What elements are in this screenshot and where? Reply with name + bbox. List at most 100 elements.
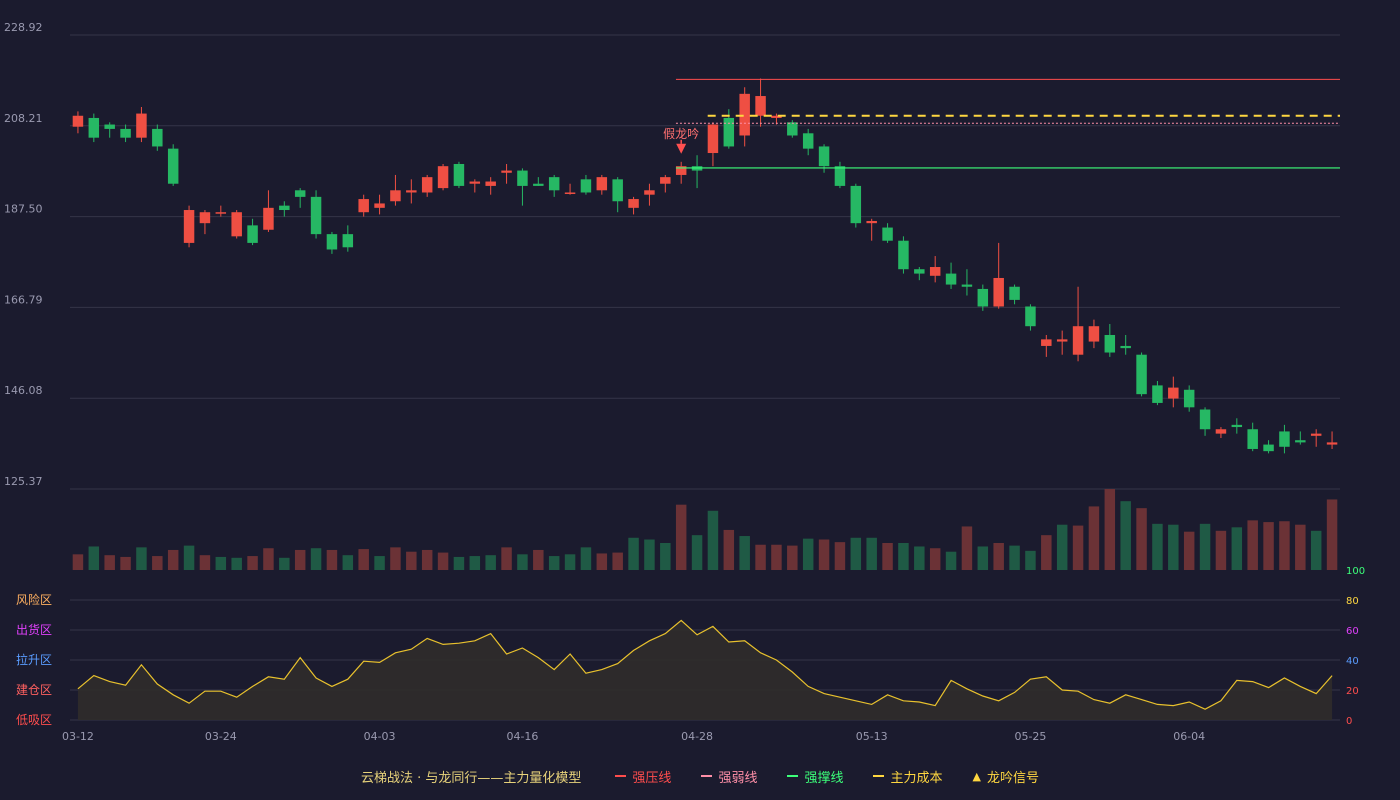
volume-bar [1295, 524, 1306, 570]
candle-body [1215, 429, 1227, 434]
candle-body [1310, 433, 1322, 436]
candle-body [548, 177, 560, 191]
y-tick-label: 146.08 [4, 384, 43, 397]
candle-body [802, 133, 814, 149]
volume-bar [1310, 530, 1322, 570]
oscillator-tick-label: 100 [1346, 566, 1365, 577]
x-tick-label: 06-04 [1173, 730, 1205, 743]
y-tick-label: 187.50 [4, 203, 43, 216]
candle-body [596, 177, 608, 191]
legend-title: 云梯战法 · 与龙同行——主力量化模型 [361, 770, 582, 786]
legend: 云梯战法 · 与龙同行——主力量化模型 强压线 强弱线 强撑线 主力成本 ▲ 龙… [0, 764, 1400, 788]
volume-bar [644, 539, 655, 570]
volume-bar [675, 504, 687, 570]
volume-bar [596, 553, 608, 570]
candle-body [485, 181, 496, 186]
zone-label: 低吸区 [16, 713, 52, 727]
volume-bar [374, 556, 385, 570]
candle-body [707, 124, 719, 154]
volume-bar [279, 557, 290, 570]
candle-body [183, 210, 195, 243]
candle-body [1279, 431, 1290, 447]
volume-bar [1009, 545, 1020, 570]
x-tick-label: 05-13 [856, 730, 888, 743]
signal-label: 假龙吟 [663, 126, 699, 141]
volume-bar [136, 547, 147, 570]
legend-dash-icon [701, 775, 713, 777]
oscillator-tick-label: 0 [1346, 716, 1352, 727]
legend-label: 强撑线 [804, 770, 844, 786]
legend-line-icon [787, 775, 799, 777]
volume-bar [390, 547, 401, 570]
y-tick-label: 208.21 [4, 112, 43, 125]
candle-body [1231, 424, 1243, 428]
volume-bar [1152, 523, 1163, 570]
x-tick-label: 05-25 [1014, 730, 1046, 743]
volume-bar [215, 556, 227, 570]
legend-item-signal[interactable]: ▲ 龙吟信号 [972, 767, 1038, 786]
candle-body [866, 220, 877, 224]
volume-bar [294, 549, 306, 570]
candle-body [929, 267, 941, 276]
volume-bar [628, 537, 639, 570]
volume-bar [1088, 506, 1100, 570]
candle-body [612, 179, 623, 202]
legend-item-main-cost[interactable]: 主力成本 [873, 767, 942, 786]
legend-item-strong-pressure[interactable]: 强压线 [615, 767, 671, 786]
legend-label: 主力成本 [890, 770, 943, 786]
candle-body [342, 234, 354, 248]
candle-body [167, 148, 179, 184]
volume-bar [120, 556, 131, 570]
candle-body [199, 212, 211, 224]
volume-bar [406, 551, 417, 570]
volume-bar [342, 555, 354, 570]
volume-bar [517, 554, 528, 570]
candle-body [1025, 306, 1036, 327]
candle-body [818, 146, 830, 167]
volume-bar [1120, 501, 1131, 570]
volume-bar [660, 543, 671, 570]
candle-body [294, 190, 306, 197]
volume-bar [437, 552, 449, 570]
zone-label: 拉升区 [16, 652, 52, 667]
legend-item-support[interactable]: 强撑线 [787, 767, 843, 786]
volume-bar [929, 548, 941, 570]
candle-body [247, 225, 258, 243]
candle-body [898, 240, 909, 270]
oscillator-tick-label: 40 [1346, 656, 1359, 667]
volume-bar [1041, 535, 1052, 570]
zone-label: 建仓区 [16, 683, 52, 697]
volume-bar [533, 549, 544, 570]
candle-body [453, 163, 465, 186]
y-tick-label: 228.92 [4, 21, 43, 34]
volume-bar [183, 545, 195, 570]
zone-label: 出货区 [16, 622, 52, 637]
volume-bar [882, 543, 893, 570]
candle-body [1263, 444, 1274, 452]
volume-bar [580, 547, 592, 570]
volume-bar [548, 556, 560, 570]
oscillator-tick-label: 60 [1346, 626, 1359, 637]
candle-body [914, 269, 925, 274]
candle-body [564, 192, 576, 194]
volume-bar [501, 547, 512, 570]
volume-bar [818, 539, 830, 570]
volume-bar [802, 538, 814, 570]
volume-bar [326, 549, 338, 570]
volume-bar [1326, 499, 1338, 570]
candle-body [326, 234, 338, 250]
legend-item-strong-weak[interactable]: 强弱线 [701, 767, 757, 786]
legend-line-icon [615, 775, 627, 777]
volume-bar [723, 529, 735, 570]
candle-body [580, 179, 592, 193]
volume-bar [231, 557, 242, 570]
candle-body [533, 183, 544, 186]
volume-bar [485, 555, 496, 570]
volume-bar [961, 526, 973, 570]
candle-body [1120, 345, 1131, 349]
candle-body [961, 284, 973, 287]
candle-body [882, 227, 893, 241]
candle-body [263, 207, 274, 230]
volume-bar [88, 546, 100, 570]
candle-body [977, 288, 989, 307]
